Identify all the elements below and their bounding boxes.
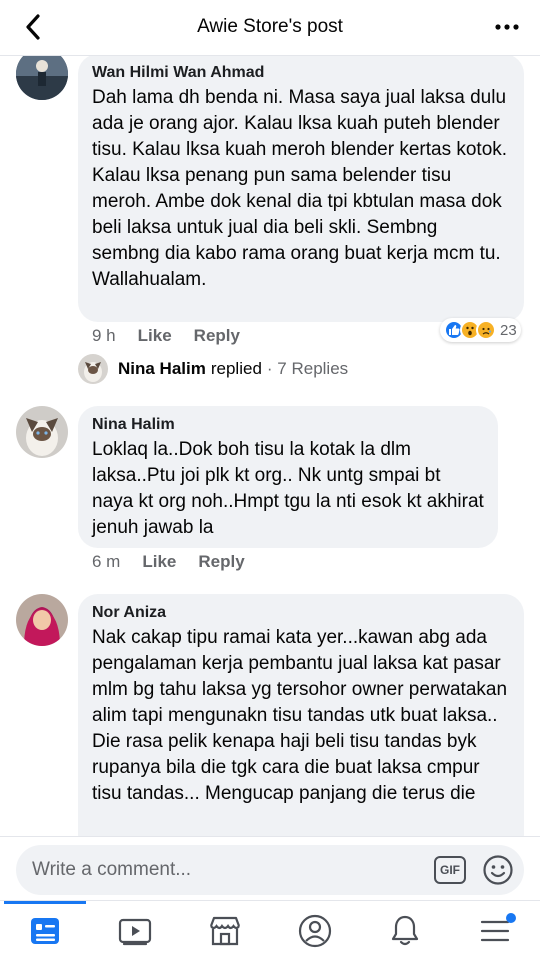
watch-icon	[118, 918, 152, 946]
page-title: Awie Store's post	[197, 16, 343, 37]
reply-author[interactable]: Nina Halim	[118, 359, 206, 379]
like-button[interactable]: Like	[142, 552, 176, 572]
bottom-navigation	[0, 900, 540, 960]
comment-bubble[interactable]: Nor Aniza Nak cakap tipu ramai kata yer.…	[78, 594, 524, 836]
menu-icon	[480, 920, 510, 942]
tab-news-feed[interactable]	[0, 901, 90, 960]
more-options-button[interactable]	[492, 14, 522, 40]
tab-notifications[interactable]	[360, 901, 450, 960]
comment-input-container[interactable]: GIF	[16, 845, 524, 895]
marketplace-icon	[209, 916, 241, 946]
news-feed-icon	[31, 918, 59, 944]
reactions-summary[interactable]: 23	[440, 318, 521, 342]
notifications-icon	[391, 915, 419, 946]
reply-verb: replied	[210, 359, 262, 378]
comment-text: Loklaq la..Dok boh tisu la kotak la dlm …	[92, 439, 484, 538]
reaction-count: 23	[500, 321, 517, 339]
comment-author[interactable]: Nor Aniza	[92, 603, 510, 623]
reply-button[interactable]: Reply	[198, 552, 244, 572]
comment-composer: GIF	[0, 836, 540, 896]
gif-button[interactable]: GIF	[434, 856, 466, 884]
comment-time[interactable]: 6 m	[92, 552, 120, 572]
tab-profile[interactable]	[270, 901, 360, 960]
profile-icon	[298, 914, 332, 948]
tab-menu[interactable]	[450, 901, 540, 960]
avatar[interactable]	[16, 594, 68, 646]
comment-author[interactable]: Nina Halim	[92, 415, 484, 435]
avatar[interactable]	[16, 406, 68, 458]
comment-actions: 6 m Like Reply	[92, 552, 245, 572]
tab-marketplace[interactable]	[180, 901, 270, 960]
tab-watch[interactable]	[90, 901, 180, 960]
like-button[interactable]: Like	[138, 326, 172, 346]
avatar	[78, 354, 108, 384]
comment-bubble[interactable]: Wan Hilmi Wan Ahmad Dah lama dh benda ni…	[78, 56, 524, 322]
reply-button[interactable]: Reply	[194, 326, 240, 346]
notification-dot	[506, 913, 516, 923]
smiley-icon	[483, 855, 513, 885]
comment-text: Dah lama dh benda ni. Masa saya jual lak…	[92, 87, 508, 290]
emoji-button[interactable]	[482, 854, 514, 886]
comment-actions: 9 h Like Reply	[92, 326, 240, 346]
comment-bubble[interactable]: Nina Halim Loklaq la..Dok boh tisu la ko…	[78, 406, 498, 548]
comment-input[interactable]	[32, 845, 412, 895]
more-dots-icon	[495, 24, 519, 30]
sad-reaction-icon	[476, 320, 496, 340]
reply-count: · 7 Replies	[266, 359, 349, 378]
top-bar: Awie Store's post	[0, 0, 540, 56]
comment-text: Nak cakap tipu ramai kata yer...kawan ab…	[92, 627, 508, 804]
comment-time[interactable]: 9 h	[92, 326, 116, 346]
avatar[interactable]	[16, 56, 68, 100]
view-replies-link[interactable]: Nina Halim replied · 7 Replies	[78, 354, 348, 384]
comment-author[interactable]: Wan Hilmi Wan Ahmad	[92, 63, 510, 83]
comments-list: Wan Hilmi Wan Ahmad Dah lama dh benda ni…	[0, 56, 540, 836]
